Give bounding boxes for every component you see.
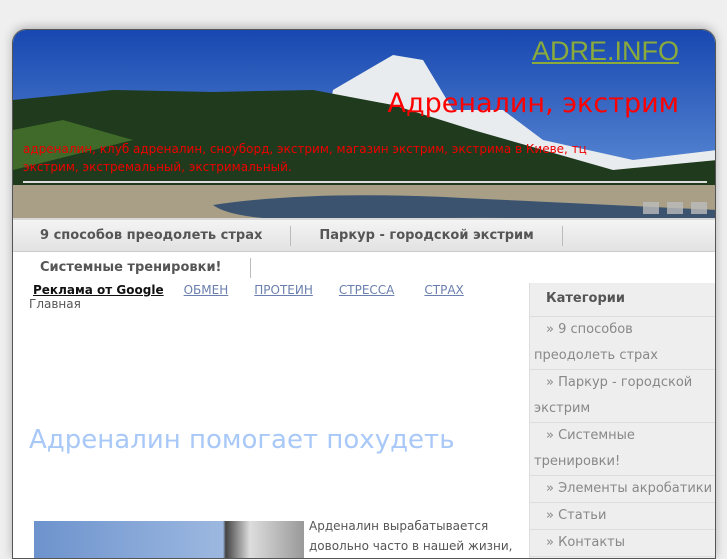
ad-link[interactable]: СТРАХ	[424, 283, 463, 297]
article-image	[34, 521, 304, 558]
nav-item[interactable]: Системные тренировки!	[13, 258, 251, 278]
category-label: »	[546, 535, 559, 550]
nav-item[interactable]: Паркур - городской экстрим	[291, 225, 563, 246]
thumb[interactable]	[643, 202, 659, 214]
sidebar-category-link[interactable]: » Элементы акробатики	[530, 476, 715, 503]
main-nav: 9 способов преодолеть страх Паркур - гор…	[13, 220, 715, 252]
header-banner: ADRE.INFO Адреналин, экстрим адреналин, …	[13, 30, 715, 230]
page-frame: ADRE.INFO Адреналин, экстрим адреналин, …	[12, 29, 716, 559]
sidebar: Категории » 9 способов преодолеть страх» …	[529, 283, 715, 558]
sidebar-category-link[interactable]: » Паркур - городской экстрим	[530, 370, 715, 423]
category-label: экстрим	[534, 401, 591, 416]
category-label: Контакты	[558, 535, 626, 550]
google-ads-links: Реклама от Google ОБМЕН ПРОТЕИН СТРЕССА …	[33, 283, 490, 297]
category-label: преодолеть страх	[534, 348, 658, 363]
sidebar-category-link[interactable]: » Контакты	[530, 530, 715, 557]
divider	[23, 181, 707, 183]
thumb[interactable]	[667, 202, 683, 214]
ads-by-google-link[interactable]: Реклама от Google	[33, 283, 164, 297]
ad-link[interactable]: СТРЕССА	[339, 283, 395, 297]
header-thumbnails	[643, 202, 707, 214]
category-label: тренировки!	[534, 454, 621, 469]
nav-item[interactable]: 9 способов преодолеть страх	[13, 225, 292, 246]
site-name-link[interactable]: ADRE.INFO	[532, 36, 679, 67]
category-label: 9 способов	[558, 322, 633, 337]
category-label: Элементы акробатики	[558, 481, 713, 496]
sidebar-title: Категории	[530, 283, 715, 317]
thumb[interactable]	[691, 202, 707, 214]
article-title: Адреналин помогает похудеть	[29, 425, 455, 455]
category-label: Системные	[558, 428, 635, 443]
site-keywords: адреналин, клуб адреналин, сноуборд, экс…	[23, 142, 587, 174]
sidebar-category-link[interactable]: » Статьи	[530, 503, 715, 530]
category-label: Статьи	[558, 508, 607, 523]
category-label: »	[546, 322, 559, 337]
category-label: »	[546, 508, 559, 523]
category-label: »	[546, 428, 559, 443]
category-label: Паркур - городской	[558, 375, 693, 390]
ad-link[interactable]: ОБМЕН	[184, 283, 229, 297]
main-nav-row2: Системные тренировки!	[13, 253, 715, 283]
sidebar-category-link[interactable]: » 9 способов преодолеть страх	[530, 317, 715, 370]
sidebar-category-link[interactable]: » Системные тренировки!	[530, 423, 715, 476]
site-slogan: Адреналин, экстрим	[387, 88, 679, 119]
article-text: Арденалин вырабатывается довольно часто …	[309, 519, 513, 553]
ad-link[interactable]: ПРОТЕИН	[254, 283, 313, 297]
breadcrumb[interactable]: Главная	[29, 297, 81, 311]
category-label: »	[546, 375, 559, 390]
category-label: »	[546, 481, 559, 496]
